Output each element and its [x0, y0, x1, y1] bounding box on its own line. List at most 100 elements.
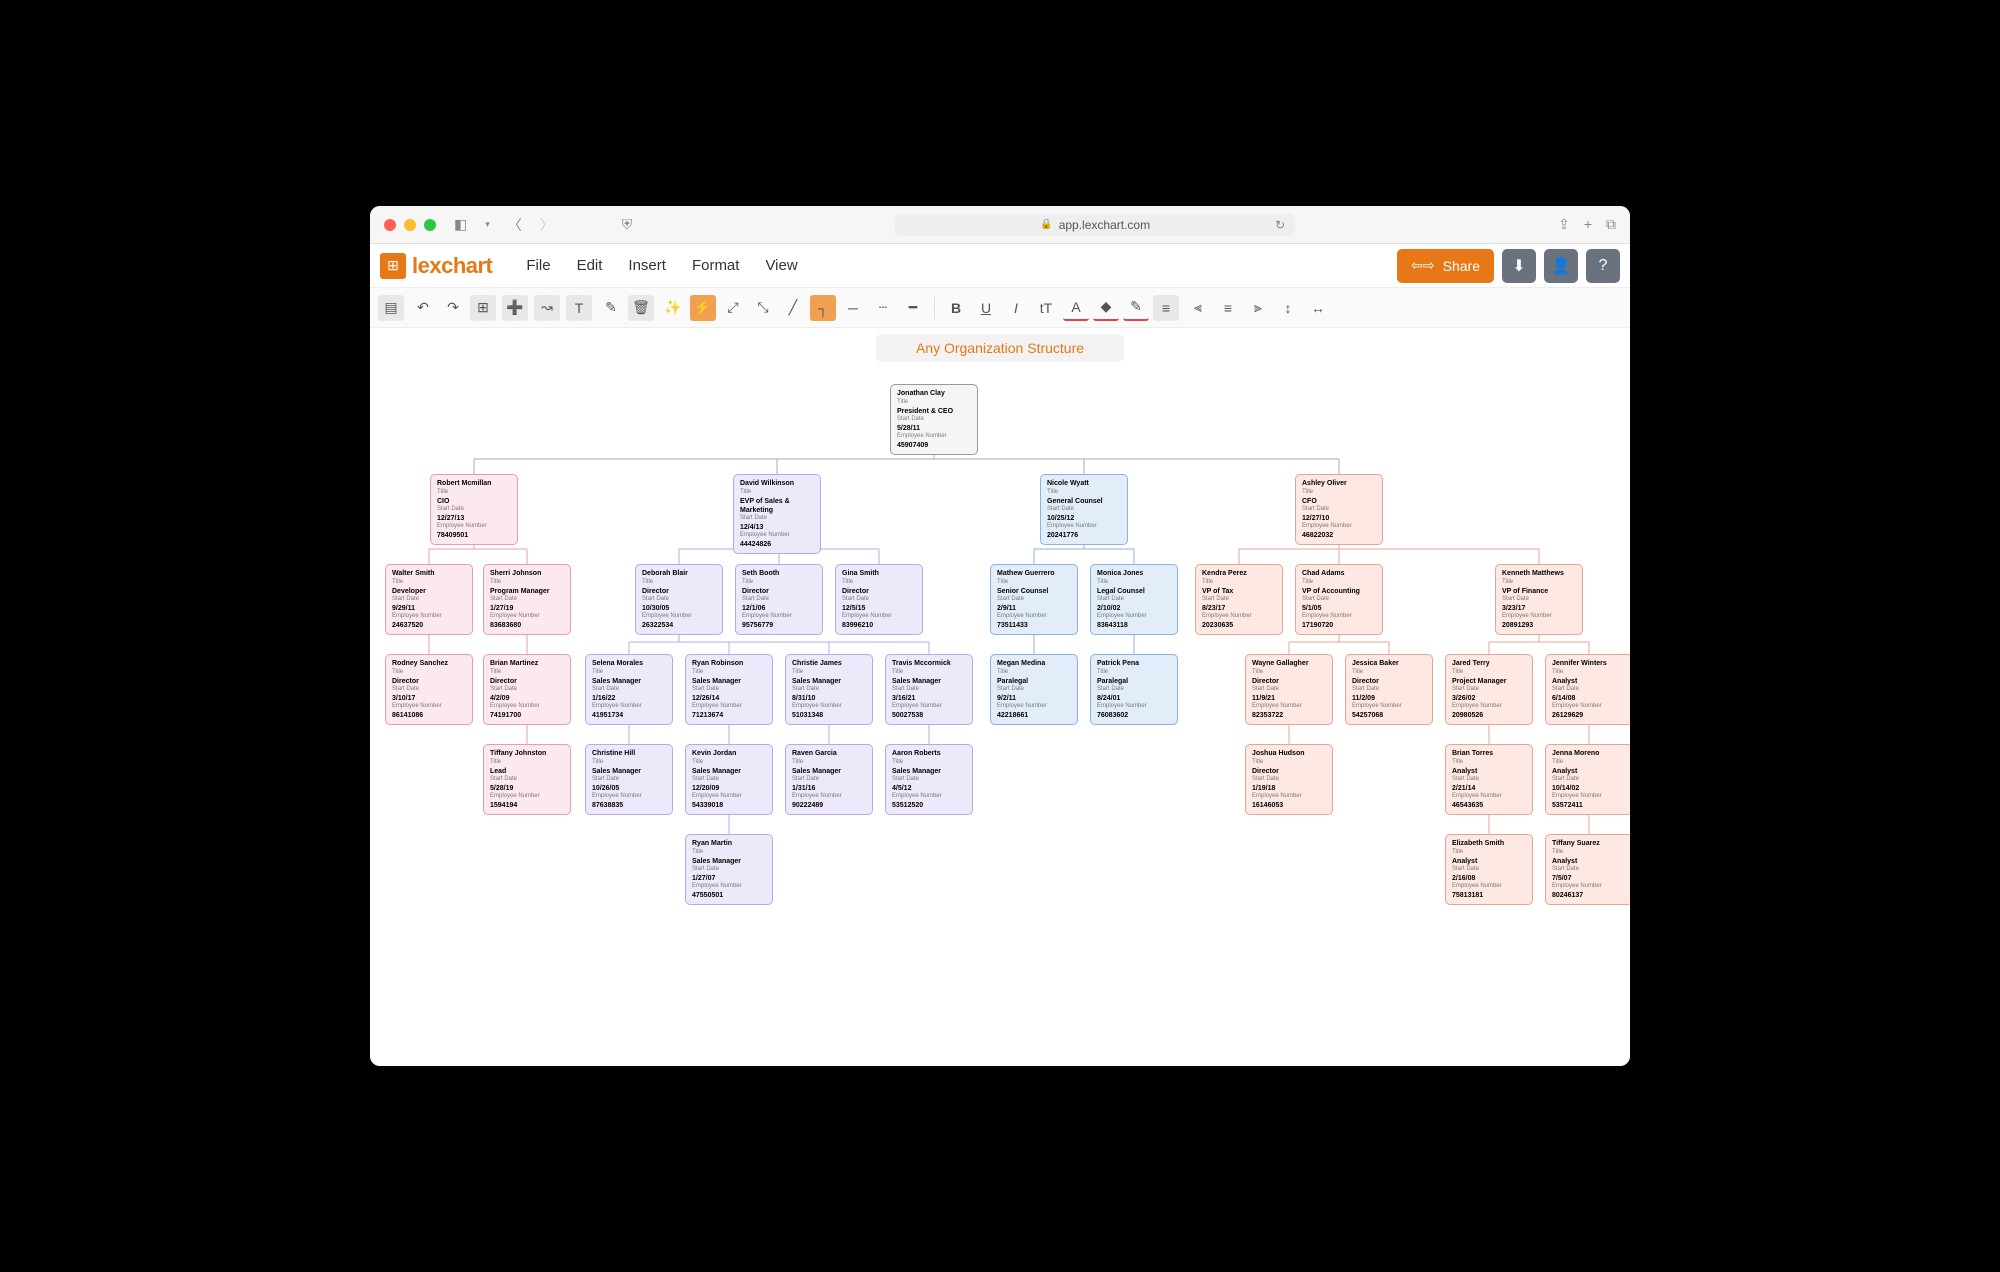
org-node[interactable]: Travis MccormickTitleSales ManagerStart … [885, 654, 973, 725]
org-node[interactable]: Rodney SanchezTitleDirectorStart Date3/1… [385, 654, 473, 725]
org-node[interactable]: Mathew GuerreroTitleSenior CounselStart … [990, 564, 1078, 635]
org-node[interactable]: Deborah BlairTitleDirectorStart Date10/3… [635, 564, 723, 635]
org-node[interactable]: Seth BoothTitleDirectorStart Date12/1/06… [735, 564, 823, 635]
pencil-icon[interactable]: ✎ [598, 295, 624, 321]
org-node[interactable]: Brian MartinezTitleDirectorStart Date4/2… [483, 654, 571, 725]
org-node[interactable]: Ryan RobinsonTitleSales ManagerStart Dat… [685, 654, 773, 725]
org-node[interactable]: Tiffany JohnstonTitleLeadStart Date5/28/… [483, 744, 571, 815]
org-node[interactable]: Kevin JordanTitleSales ManagerStart Date… [685, 744, 773, 815]
org-node[interactable]: Wayne GallagherTitleDirectorStart Date11… [1245, 654, 1333, 725]
org-node[interactable]: Tiffany SuarezTitleAnalystStart Date7/5/… [1545, 834, 1630, 905]
border-color-icon[interactable]: ✎ [1123, 295, 1149, 321]
share-icon[interactable]: ⇪ [1558, 216, 1570, 233]
org-node[interactable]: Megan MedinaTitleParalegalStart Date9/2/… [990, 654, 1078, 725]
org-node[interactable]: David WilkinsonTitleEVP of Sales & Marke… [733, 474, 821, 554]
distribute-h-icon[interactable]: ↔ [1305, 295, 1331, 321]
text-box-icon[interactable]: T [566, 295, 592, 321]
org-node[interactable]: Ryan MartinTitleSales ManagerStart Date1… [685, 834, 773, 905]
trash-icon[interactable]: 🗑 [628, 295, 654, 321]
org-node[interactable]: Jessica BakerTitleDirectorStart Date11/2… [1345, 654, 1433, 725]
org-node[interactable]: Gina SmithTitleDirectorStart Date12/5/15… [835, 564, 923, 635]
org-node[interactable]: Jenna MorenoTitleAnalystStart Date10/14/… [1545, 744, 1630, 815]
back-icon[interactable]: 〈 [508, 215, 522, 235]
tabs-icon[interactable]: ⧉ [1606, 216, 1616, 233]
align-h-center-icon[interactable]: ≡ [1215, 295, 1241, 321]
shield-icon[interactable]: ⛨ [622, 216, 633, 233]
line-solid-icon[interactable]: ─ [840, 295, 866, 321]
emp-label: Employee Number [1252, 703, 1326, 711]
org-node[interactable]: Joshua HudsonTitleDirectorStart Date1/19… [1245, 744, 1333, 815]
start-value: 3/16/21 [892, 694, 966, 703]
org-node[interactable]: Jonathan ClayTitlePresident & CEOStart D… [890, 384, 978, 455]
line-dashed-icon[interactable]: ┄ [870, 295, 896, 321]
org-node[interactable]: Selena MoralesTitleSales ManagerStart Da… [585, 654, 673, 725]
new-tab-icon[interactable]: + [1584, 216, 1592, 233]
separator [934, 297, 935, 319]
redo-icon[interactable]: ↷ [440, 295, 466, 321]
panel-icon[interactable]: ▤ [378, 295, 404, 321]
org-node[interactable]: Sherri JohnsonTitleProgram ManagerStart … [483, 564, 571, 635]
text-color-icon[interactable]: A [1063, 295, 1089, 321]
org-node[interactable]: Ashley OliverTitleCFOStart Date12/27/10E… [1295, 474, 1383, 545]
italic-icon[interactable]: I [1003, 295, 1029, 321]
maximize-icon[interactable] [424, 219, 436, 231]
auto-layout-icon[interactable]: ⚡ [690, 295, 716, 321]
refresh-icon[interactable]: ↻ [1275, 218, 1285, 232]
emp-label: Employee Number [692, 883, 766, 891]
add-node-icon[interactable]: ➕ [502, 295, 528, 321]
org-chart: Jonathan ClayTitlePresident & CEOStart D… [385, 384, 1615, 1066]
magic-icon[interactable]: ✨ [660, 295, 686, 321]
org-node[interactable]: Kendra PerezTitleVP of TaxStart Date8/23… [1195, 564, 1283, 635]
underline-icon[interactable]: U [973, 295, 999, 321]
emp-value: 78409501 [437, 531, 511, 540]
share-button[interactable]: ⇦⇨ Share [1397, 249, 1494, 283]
org-node[interactable]: Aaron RobertsTitleSales ManagerStart Dat… [885, 744, 973, 815]
menu-file[interactable]: File [526, 257, 550, 274]
org-node[interactable]: Monica JonesTitleLegal CounselStart Date… [1090, 564, 1178, 635]
align-h-right-icon[interactable]: ⫸ [1245, 295, 1271, 321]
url-field[interactable]: 🔒 app.lexchart.com ↻ [895, 214, 1295, 236]
line-straight-icon[interactable]: ╱ [780, 295, 806, 321]
canvas[interactable]: Any Organization Structure Jonathan Clay… [370, 328, 1630, 1066]
menu-view[interactable]: View [765, 257, 797, 274]
org-node[interactable]: Robert McmillanTitleCIOStart Date12/27/1… [430, 474, 518, 545]
sidebar-icon[interactable]: ◧ [454, 216, 467, 233]
connector-icon[interactable]: ↝ [534, 295, 560, 321]
org-node[interactable]: Nicole WyattTitleGeneral CounselStart Da… [1040, 474, 1128, 545]
expand-icon[interactable]: ⤢ [720, 295, 746, 321]
forward-icon[interactable]: 〉 [540, 215, 554, 235]
text-size-icon[interactable]: tT [1033, 295, 1059, 321]
org-node[interactable]: Walter SmithTitleDeveloperStart Date9/29… [385, 564, 473, 635]
help-button[interactable]: ? [1586, 249, 1620, 283]
minimize-icon[interactable] [404, 219, 416, 231]
org-node[interactable]: Christie JamesTitleSales ManagerStart Da… [785, 654, 873, 725]
org-node[interactable]: Jared TerryTitleProject ManagerStart Dat… [1445, 654, 1533, 725]
distribute-v-icon[interactable]: ↕ [1275, 295, 1301, 321]
grid-icon[interactable]: ⊞ [470, 295, 496, 321]
menu-format[interactable]: Format [692, 257, 740, 274]
line-weight-icon[interactable]: ━ [900, 295, 926, 321]
org-node[interactable]: Elizabeth SmithTitleAnalystStart Date2/1… [1445, 834, 1533, 905]
align-h-left-icon[interactable]: ⫷ [1185, 295, 1211, 321]
bold-icon[interactable]: B [943, 295, 969, 321]
logo[interactable]: ⊞ lexchart [380, 253, 492, 279]
org-node[interactable]: Jennifer WintersTitleAnalystStart Date6/… [1545, 654, 1630, 725]
close-icon[interactable] [384, 219, 396, 231]
user-button[interactable]: 👤 [1544, 249, 1578, 283]
emp-value: 53512520 [892, 801, 966, 810]
org-node[interactable]: Christine HillTitleSales ManagerStart Da… [585, 744, 673, 815]
undo-icon[interactable]: ↶ [410, 295, 436, 321]
org-node[interactable]: Raven GarciaTitleSales ManagerStart Date… [785, 744, 873, 815]
menu-insert[interactable]: Insert [628, 257, 666, 274]
org-node[interactable]: Patrick PenaTitleParalegalStart Date8/24… [1090, 654, 1178, 725]
chevron-down-icon[interactable]: ▾ [485, 219, 490, 230]
org-node[interactable]: Chad AdamsTitleVP of AccountingStart Dat… [1295, 564, 1383, 635]
align-left-icon[interactable]: ≡ [1153, 295, 1179, 321]
org-node[interactable]: Kenneth MatthewsTitleVP of FinanceStart … [1495, 564, 1583, 635]
fill-color-icon[interactable]: ◆ [1093, 295, 1119, 321]
menu-edit[interactable]: Edit [577, 257, 603, 274]
line-elbow-icon[interactable]: ┐ [810, 295, 836, 321]
collapse-icon[interactable]: ⤡ [750, 295, 776, 321]
org-node[interactable]: Brian TorresTitleAnalystStart Date2/21/1… [1445, 744, 1533, 815]
download-button[interactable]: ⬇ [1502, 249, 1536, 283]
